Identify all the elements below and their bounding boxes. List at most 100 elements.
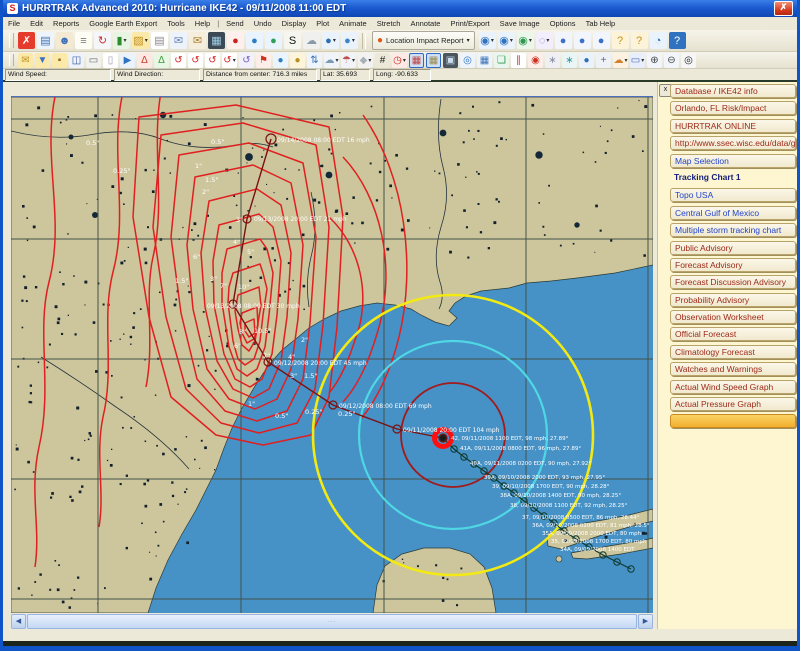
menu-reports[interactable]: Reports: [48, 18, 84, 29]
bullseye-icon[interactable]: ◎: [460, 53, 475, 68]
refresh-icon[interactable]: ↻: [94, 32, 111, 49]
map-colored-icon[interactable]: ▦: [409, 53, 424, 68]
alarm-bell-green-icon[interactable]: Δ: [154, 53, 169, 68]
globe-green-dd-icon[interactable]: ◉▾: [517, 32, 534, 49]
blue-ball3-icon[interactable]: ●: [593, 32, 610, 49]
table-icon[interactable]: ▦: [477, 53, 492, 68]
map-route-icon[interactable]: ▶: [120, 53, 135, 68]
sidebar-item-climatology-forecast[interactable]: Climatology Forecast: [670, 345, 796, 359]
menu-annotate[interactable]: Annotate: [405, 18, 445, 29]
scroll-left-button[interactable]: ◀: [11, 614, 26, 629]
sidebar-item-multiple-storm-tracking-chart[interactable]: Multiple storm tracking chart: [670, 223, 796, 237]
archive-lock-icon[interactable]: ▪: [52, 53, 67, 68]
hurricane-track3-icon[interactable]: ↺: [205, 53, 220, 68]
measure-tools-icon[interactable]: +: [596, 53, 611, 68]
map-layers-icon[interactable]: ❏: [494, 53, 509, 68]
dropdown-arrow-icon[interactable]: ▾: [491, 37, 494, 44]
window-form-icon[interactable]: ▤: [37, 32, 54, 49]
dropdown-arrow-icon[interactable]: ▾: [403, 57, 406, 64]
map-region-icon[interactable]: ▦: [426, 53, 441, 68]
menu-stretch[interactable]: Stretch: [372, 18, 406, 29]
undo-swirl-icon[interactable]: ↺: [239, 53, 254, 68]
film-animate-icon[interactable]: ∗: [545, 53, 560, 68]
sidebar-item-database-ike42-info[interactable]: Database / IKE42 info: [670, 84, 796, 98]
report-notes-icon[interactable]: ≡: [75, 32, 92, 49]
tracks-lines-icon[interactable]: ∥: [511, 53, 526, 68]
dropdown-arrow-icon[interactable]: ▾: [333, 37, 336, 44]
menu-options[interactable]: Options: [545, 18, 581, 29]
dropdown-arrow-icon[interactable]: ▾: [624, 57, 627, 64]
sidebar-item-observation-worksheet[interactable]: Observation Worksheet: [670, 310, 796, 324]
globe-map-dd-icon[interactable]: ●▾: [341, 32, 358, 49]
film-animate2-icon[interactable]: ∗: [562, 53, 577, 68]
sidebar-selected-slot[interactable]: [670, 414, 796, 428]
menu-plot[interactable]: Plot: [311, 18, 334, 29]
menu-display[interactable]: Display: [277, 18, 312, 29]
menu-send[interactable]: Send: [221, 18, 249, 29]
send-mail-icon[interactable]: ✉: [170, 32, 187, 49]
grid-number-icon[interactable]: #: [375, 53, 390, 68]
sidebar-item-http-www-ssec-wisc-edu-data-g8-lat[interactable]: http://www.ssec.wisc.edu/data/g8/lat: [670, 136, 796, 150]
globe-report-dd-icon[interactable]: ●▾: [322, 32, 339, 49]
sidebar-item-actual-wind-speed-graph[interactable]: Actual Wind Speed Graph: [670, 380, 796, 394]
toolbar-grip[interactable]: [9, 33, 14, 48]
tropical-storm-symbol-icon[interactable]: S: [284, 32, 301, 49]
target-red-icon[interactable]: ◉: [528, 53, 543, 68]
weather-cloud-dd-icon[interactable]: ☁▾: [324, 53, 339, 68]
location-impact-report-button[interactable]: ●Location Impact Report▾: [372, 31, 475, 50]
sidebar-item-official-forecast[interactable]: Official Forecast: [670, 327, 796, 341]
magnifier-dd-icon[interactable]: ◌▾: [536, 32, 553, 49]
chart-export-icon[interactable]: ▮▾: [113, 32, 130, 49]
help-icon[interactable]: ?: [669, 32, 686, 49]
menu-tab-help[interactable]: Tab Help: [581, 18, 621, 29]
round-report-dd-icon[interactable]: ◉▾: [479, 32, 496, 49]
zoom-in-icon[interactable]: ⊕: [647, 53, 662, 68]
weather-cloud-icon[interactable]: ☁: [303, 32, 320, 49]
menu-tools[interactable]: Tools: [162, 18, 190, 29]
weather-storm-dd-icon[interactable]: ☂▾: [341, 53, 356, 68]
dropdown-arrow-icon[interactable]: ▾: [352, 37, 355, 44]
round-report2-dd-icon[interactable]: ◉▾: [498, 32, 515, 49]
person-question2-icon[interactable]: ?: [631, 32, 648, 49]
inbox-import-icon[interactable]: ▼: [35, 53, 50, 68]
weather-mix-dd-icon[interactable]: ☁▾: [613, 53, 628, 68]
time-red-dd-icon[interactable]: ◷▾: [392, 53, 407, 68]
dropdown-arrow-icon[interactable]: ▾: [641, 57, 644, 64]
globe-red-icon[interactable]: ●: [227, 32, 244, 49]
sidebar-item-forecast-discussion-advisory[interactable]: Forecast Discussion Advisory: [670, 275, 796, 289]
zoom-out-icon[interactable]: ⊖: [664, 53, 679, 68]
monitor-icon[interactable]: ▣: [443, 53, 458, 68]
tracking-map[interactable]: 09/11/2008 20:00 EDT 104 mph09/12/2008 0…: [11, 96, 653, 613]
alert-chart-icon[interactable]: ⚑: [256, 53, 271, 68]
sidebar-item-probability-advisory[interactable]: Probability Advisory: [670, 293, 796, 307]
alarm-bell-red-icon[interactable]: Δ: [137, 53, 152, 68]
map-horizontal-scrollbar[interactable]: ◀ ∙∙∙ ▶: [11, 614, 653, 629]
blue-ball2-icon[interactable]: ●: [574, 32, 591, 49]
menu-google-earth-export[interactable]: Google Earth Export: [84, 18, 162, 29]
menu-animate[interactable]: Animate: [334, 18, 372, 29]
hurricane-track-icon[interactable]: ↺: [171, 53, 186, 68]
dropdown-arrow-icon[interactable]: ▾: [510, 37, 513, 44]
close-red-icon[interactable]: ✗: [18, 32, 35, 49]
person-updown-icon[interactable]: ⇅: [307, 53, 322, 68]
image-export-dd-icon[interactable]: ▭▾: [630, 53, 645, 68]
open-folder-icon[interactable]: ▨▾: [132, 32, 149, 49]
dropdown-arrow-icon[interactable]: ▾: [546, 37, 549, 44]
dropdown-arrow-icon[interactable]: ▾: [145, 37, 148, 44]
globe-earth2-icon[interactable]: ●: [265, 32, 282, 49]
scroll-right-button[interactable]: ▶: [638, 614, 653, 629]
sidebar-item-hurrtrak-online[interactable]: HURRTRAK ONLINE: [670, 119, 796, 133]
blue-ball-icon[interactable]: ●: [555, 32, 572, 49]
user-icon[interactable]: ☻: [56, 32, 73, 49]
dropdown-arrow-icon[interactable]: ▾: [124, 37, 127, 44]
dropdown-arrow-icon[interactable]: ▾: [368, 57, 371, 64]
scrollbar-thumb[interactable]: ∙∙∙: [27, 614, 637, 629]
hurricane-track2-icon[interactable]: ↺: [188, 53, 203, 68]
menu-save-image[interactable]: Save Image: [495, 18, 545, 29]
copy-icon[interactable]: ▯: [103, 53, 118, 68]
mail-open-icon[interactable]: ✉: [18, 53, 33, 68]
globe-earth-icon[interactable]: ●: [246, 32, 263, 49]
sidebar-item-forecast-advisory[interactable]: Forecast Advisory: [670, 258, 796, 272]
satellite-image-icon[interactable]: ▦: [208, 32, 225, 49]
hurricane-track4-dd-icon[interactable]: ↺▾: [222, 53, 237, 68]
